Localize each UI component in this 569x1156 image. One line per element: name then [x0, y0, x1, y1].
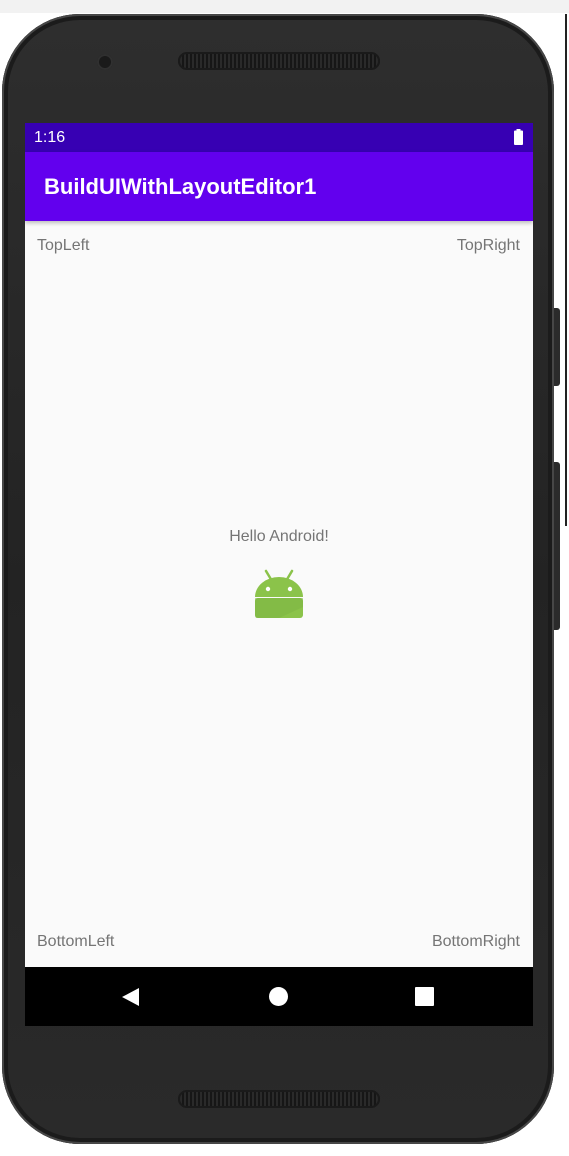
- battery-full-icon: [514, 129, 523, 145]
- hello-text: Hello Android!: [229, 528, 329, 545]
- volume-button[interactable]: [554, 462, 560, 630]
- earpiece-speaker: [178, 52, 380, 70]
- front-camera: [97, 54, 113, 70]
- window-top-strip: [0, 0, 569, 13]
- navigation-bar: [25, 967, 533, 1026]
- emulator-stage: 1:16 BuildUIWithLayoutEditor1 TopLeft To…: [0, 0, 569, 1156]
- home-circle-icon[interactable]: [269, 987, 288, 1006]
- android-robot-icon: [255, 569, 303, 618]
- app-bar: BuildUIWithLayoutEditor1: [25, 152, 533, 221]
- bottom-speaker: [178, 1090, 380, 1108]
- status-time: 1:16: [34, 129, 66, 146]
- window-divider: [565, 14, 567, 526]
- main-content: TopLeft TopRight Hello Android! BottomLe…: [25, 221, 533, 967]
- bottom-left-label: BottomLeft: [37, 933, 115, 950]
- phone-screen: 1:16 BuildUIWithLayoutEditor1 TopLeft To…: [25, 123, 533, 1026]
- top-left-label: TopLeft: [37, 237, 90, 254]
- back-triangle-icon[interactable]: [121, 987, 141, 1007]
- status-bar: 1:16: [25, 123, 533, 152]
- app-title: BuildUIWithLayoutEditor1: [44, 174, 317, 199]
- top-right-label: TopRight: [456, 237, 520, 254]
- power-button[interactable]: [554, 308, 560, 386]
- bottom-right-label: BottomRight: [431, 933, 520, 950]
- recents-square-icon[interactable]: [415, 987, 434, 1006]
